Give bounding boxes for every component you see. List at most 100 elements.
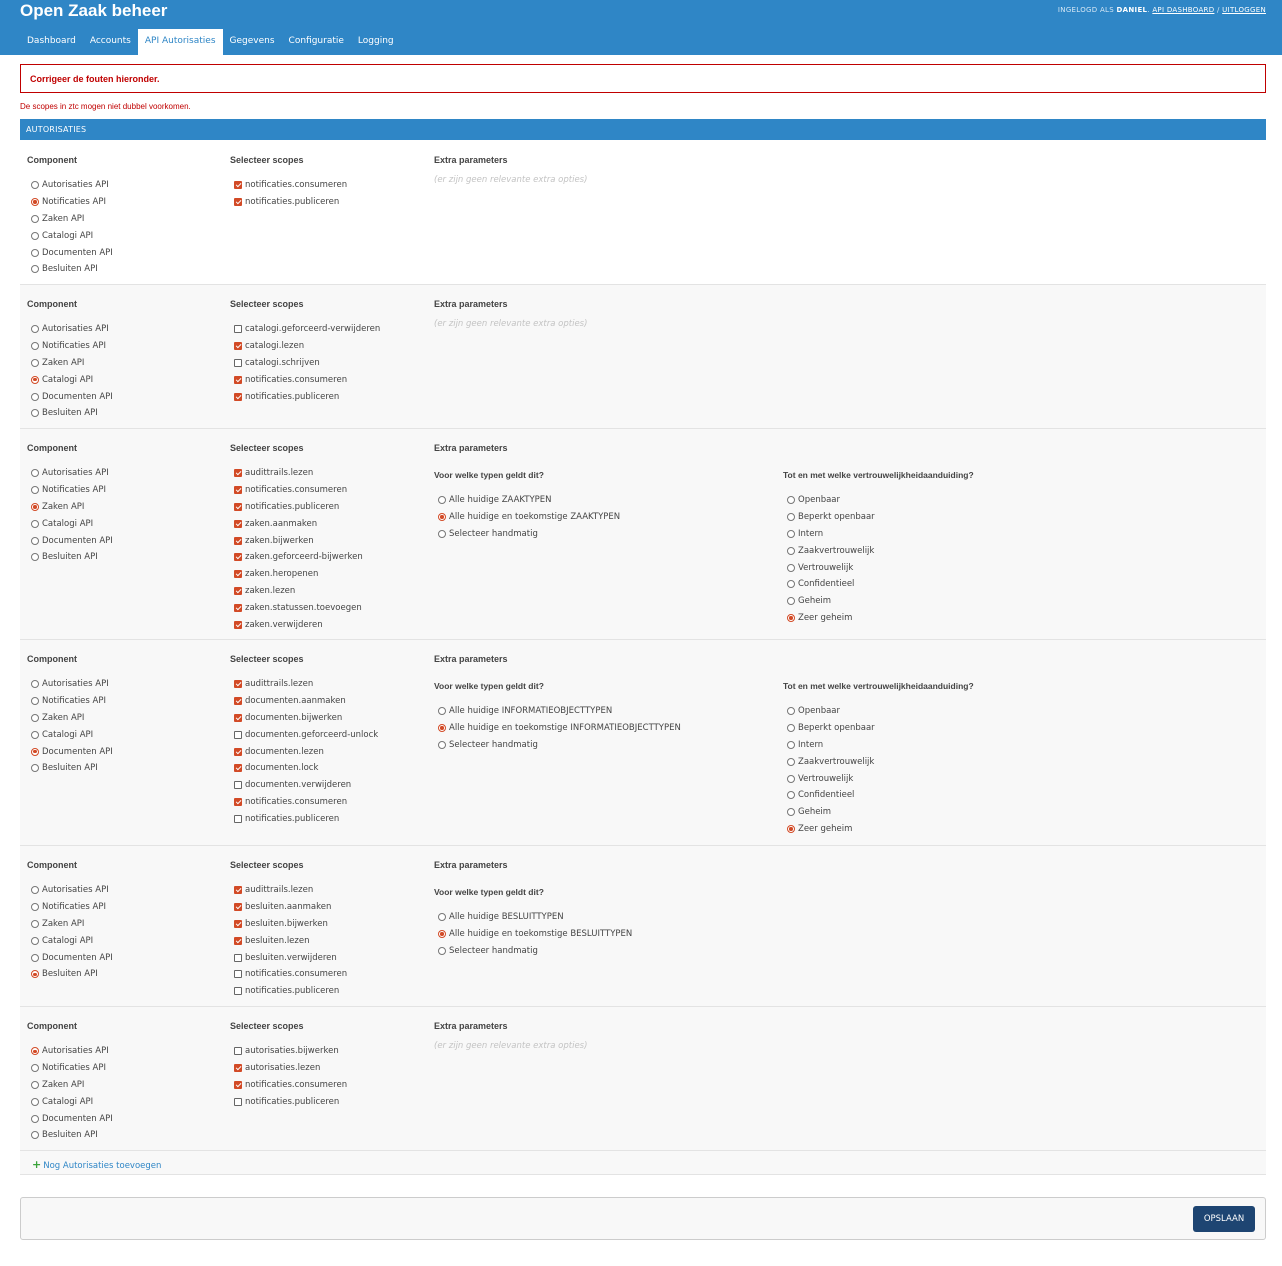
checkbox[interactable]	[234, 747, 242, 756]
checkbox[interactable]	[234, 1097, 242, 1106]
scope-option[interactable]: notificaties.publiceren	[234, 388, 380, 405]
types-option[interactable]: Selecteer handmatig	[438, 943, 632, 960]
types-option[interactable]: Alle huidige BESLUITTYPEN	[438, 909, 632, 926]
scope-option[interactable]: notificaties.publiceren	[234, 983, 347, 1000]
radio-button[interactable]	[787, 563, 795, 572]
component-option[interactable]: Notificaties API	[31, 1060, 113, 1077]
radio-button[interactable]	[438, 740, 446, 749]
radio-button[interactable]	[31, 198, 39, 207]
scope-option[interactable]: audittrails.lezen	[234, 465, 363, 482]
tab-logging[interactable]: Logging	[351, 29, 401, 55]
vertrouwelijkheid-option[interactable]: Openbaar	[787, 492, 875, 509]
scope-option[interactable]: notificaties.publiceren	[234, 810, 378, 827]
radio-button[interactable]	[787, 774, 795, 783]
radio-button[interactable]	[787, 580, 795, 589]
vertrouwelijkheid-option[interactable]: Geheim	[787, 593, 875, 610]
radio-button[interactable]	[31, 764, 39, 773]
scope-option[interactable]: documenten.bijwerken	[234, 710, 378, 727]
save-button[interactable]: OPSLAAN	[1193, 1206, 1255, 1232]
checkbox[interactable]	[234, 342, 242, 351]
checkbox[interactable]	[234, 502, 242, 511]
checkbox[interactable]	[234, 680, 242, 689]
scope-option[interactable]: zaken.bijwerken	[234, 532, 363, 549]
types-option[interactable]: Alle huidige ZAAKTYPEN	[438, 492, 620, 509]
checkbox[interactable]	[234, 325, 242, 334]
checkbox[interactable]	[234, 553, 242, 562]
checkbox[interactable]	[234, 469, 242, 478]
radio-button[interactable]	[31, 953, 39, 962]
vertrouwelijkheid-option[interactable]: Zaakvertrouwelijk	[787, 753, 875, 770]
checkbox[interactable]	[234, 886, 242, 895]
radio-button[interactable]	[31, 730, 39, 739]
scope-option[interactable]: notificaties.consumeren	[234, 482, 363, 499]
radio-button[interactable]	[438, 707, 446, 716]
scope-option[interactable]: audittrails.lezen	[234, 882, 347, 899]
radio-button[interactable]	[31, 1097, 39, 1106]
checkbox[interactable]	[234, 486, 242, 495]
scope-option[interactable]: notificaties.consumeren	[234, 966, 347, 983]
radio-button[interactable]	[31, 342, 39, 351]
scope-option[interactable]: besluiten.verwijderen	[234, 949, 347, 966]
radio-button[interactable]	[31, 181, 39, 190]
radio-button[interactable]	[787, 613, 795, 622]
scope-option[interactable]: zaken.heropenen	[234, 566, 363, 583]
radio-button[interactable]	[31, 919, 39, 928]
tab-accounts[interactable]: Accounts	[83, 29, 138, 55]
component-option[interactable]: Catalogi API	[31, 1093, 113, 1110]
component-option[interactable]: Autorisaties API	[31, 465, 113, 482]
checkbox[interactable]	[234, 730, 242, 739]
radio-button[interactable]	[438, 529, 446, 538]
tab-dashboard[interactable]: Dashboard	[20, 29, 83, 55]
radio-button[interactable]	[787, 724, 795, 733]
component-option[interactable]: Besluiten API	[31, 760, 113, 777]
vertrouwelijkheid-option[interactable]: Confidentieel	[787, 576, 875, 593]
radio-button[interactable]	[31, 1114, 39, 1123]
radio-button[interactable]	[31, 936, 39, 945]
vertrouwelijkheid-option[interactable]: Vertrouwelijk	[787, 559, 875, 576]
component-option[interactable]: Besluiten API	[31, 549, 113, 566]
checkbox[interactable]	[234, 1080, 242, 1089]
scope-option[interactable]: besluiten.lezen	[234, 932, 347, 949]
checkbox[interactable]	[234, 713, 242, 722]
radio-button[interactable]	[31, 1131, 39, 1140]
radio-button[interactable]	[438, 913, 446, 922]
checkbox[interactable]	[234, 181, 242, 190]
checkbox[interactable]	[234, 987, 242, 996]
scope-option[interactable]: zaken.statussen.toevoegen	[234, 599, 363, 616]
checkbox[interactable]	[234, 781, 242, 790]
checkbox[interactable]	[234, 586, 242, 595]
vertrouwelijkheid-option[interactable]: Zaakvertrouwelijk	[787, 542, 875, 559]
checkbox[interactable]	[234, 970, 242, 979]
vertrouwelijkheid-option[interactable]: Intern	[787, 526, 875, 543]
component-option[interactable]: Notificaties API	[31, 482, 113, 499]
types-option[interactable]: Selecteer handmatig	[438, 526, 620, 543]
checkbox[interactable]	[234, 936, 242, 945]
radio-button[interactable]	[31, 697, 39, 706]
scope-option[interactable]: notificaties.consumeren	[234, 177, 347, 194]
component-option[interactable]: Zaken API	[31, 355, 113, 372]
radio-button[interactable]	[31, 392, 39, 401]
radio-button[interactable]	[31, 375, 39, 384]
radio-button[interactable]	[438, 513, 446, 522]
checkbox[interactable]	[234, 919, 242, 928]
scope-option[interactable]: notificaties.consumeren	[234, 371, 380, 388]
radio-button[interactable]	[31, 502, 39, 511]
radio-button[interactable]	[438, 496, 446, 505]
vertrouwelijkheid-option[interactable]: Beperkt openbaar	[787, 720, 875, 737]
component-option[interactable]: Catalogi API	[31, 515, 113, 532]
tab-api-autorisaties[interactable]: API Autorisaties	[137, 29, 223, 55]
radio-button[interactable]	[787, 496, 795, 505]
scope-option[interactable]: notificaties.consumeren	[234, 1077, 347, 1094]
component-option[interactable]: Notificaties API	[31, 194, 113, 211]
radio-button[interactable]	[31, 903, 39, 912]
component-option[interactable]: Zaken API	[31, 1077, 113, 1094]
checkbox[interactable]	[234, 1064, 242, 1073]
component-option[interactable]: Documenten API	[31, 532, 113, 549]
radio-button[interactable]	[31, 886, 39, 895]
radio-button[interactable]	[31, 519, 39, 528]
component-option[interactable]: Notificaties API	[31, 693, 113, 710]
scope-option[interactable]: catalogi.geforceerd-verwijderen	[234, 321, 380, 338]
vertrouwelijkheid-option[interactable]: Openbaar	[787, 703, 875, 720]
scope-option[interactable]: notificaties.publiceren	[234, 194, 347, 211]
vertrouwelijkheid-option[interactable]: Beperkt openbaar	[787, 509, 875, 526]
